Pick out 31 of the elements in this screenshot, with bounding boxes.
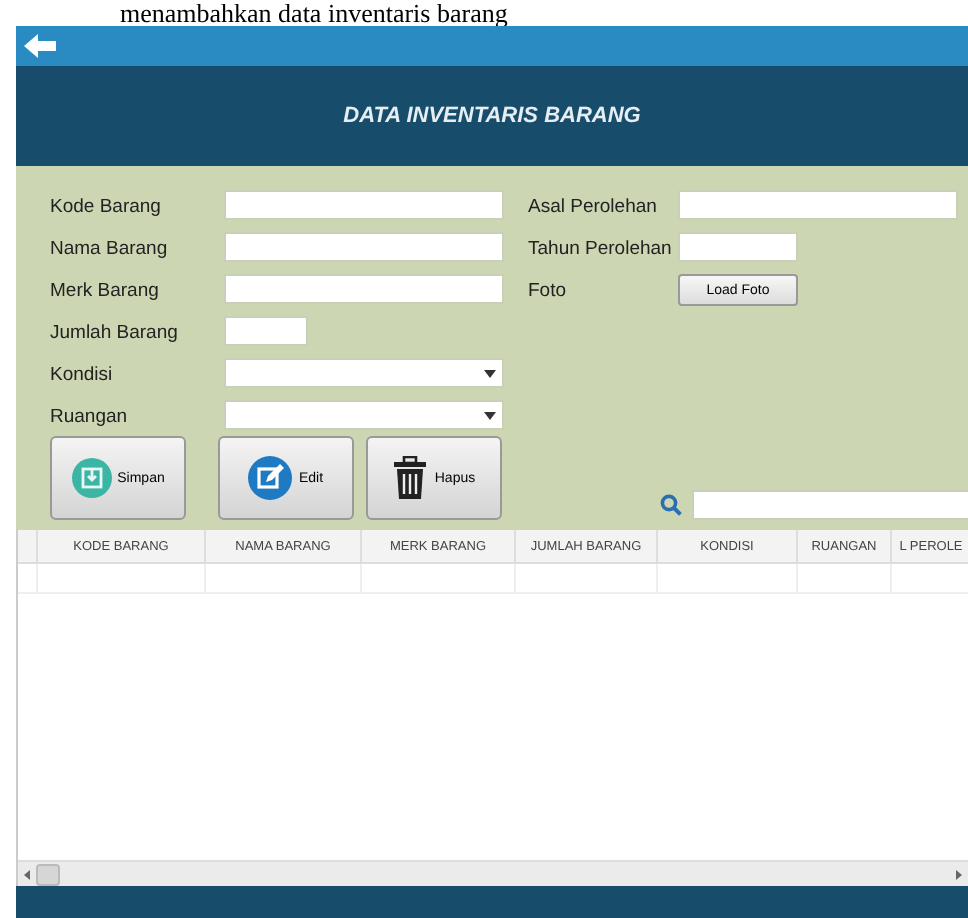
scroll-left-icon[interactable]	[24, 869, 30, 879]
field-label: Tahun Perolehan	[528, 236, 674, 264]
scroll-thumb[interactable]	[36, 863, 60, 885]
field-label: Nama Barang	[50, 236, 170, 264]
horizontal-scrollbar[interactable]	[18, 860, 968, 886]
trash-icon	[392, 456, 429, 500]
dropdown-caret-icon	[484, 369, 496, 377]
dropdown-field[interactable]	[224, 400, 504, 430]
page-title: DATA INVENTARIS BARANG	[343, 104, 641, 128]
back-arrow-icon[interactable]	[24, 34, 56, 58]
field-label: Kode Barang	[50, 194, 163, 222]
field-label: Asal Perolehan	[528, 194, 659, 222]
input-field[interactable]	[224, 232, 504, 262]
input-field[interactable]	[678, 190, 958, 220]
input-field[interactable]	[224, 316, 308, 346]
caption-text: menambahkan data inventaris barang	[118, 0, 510, 26]
field-label: Kondisi	[50, 362, 115, 390]
input-field[interactable]	[678, 232, 798, 262]
edit-icon	[248, 456, 293, 500]
field-label: Jumlah Barang	[50, 320, 180, 348]
dropdown-caret-icon	[484, 411, 496, 419]
input-field[interactable]	[224, 190, 504, 220]
input-field[interactable]	[224, 274, 504, 304]
search-icon	[660, 494, 682, 516]
field-label: Ruangan	[50, 404, 130, 432]
save-icon	[71, 458, 112, 498]
scroll-right-icon[interactable]	[956, 869, 962, 879]
dropdown-field[interactable]	[224, 358, 504, 388]
field-label: Merk Barang	[50, 278, 161, 306]
field-label: Foto	[528, 278, 569, 306]
search-field[interactable]	[692, 490, 968, 520]
